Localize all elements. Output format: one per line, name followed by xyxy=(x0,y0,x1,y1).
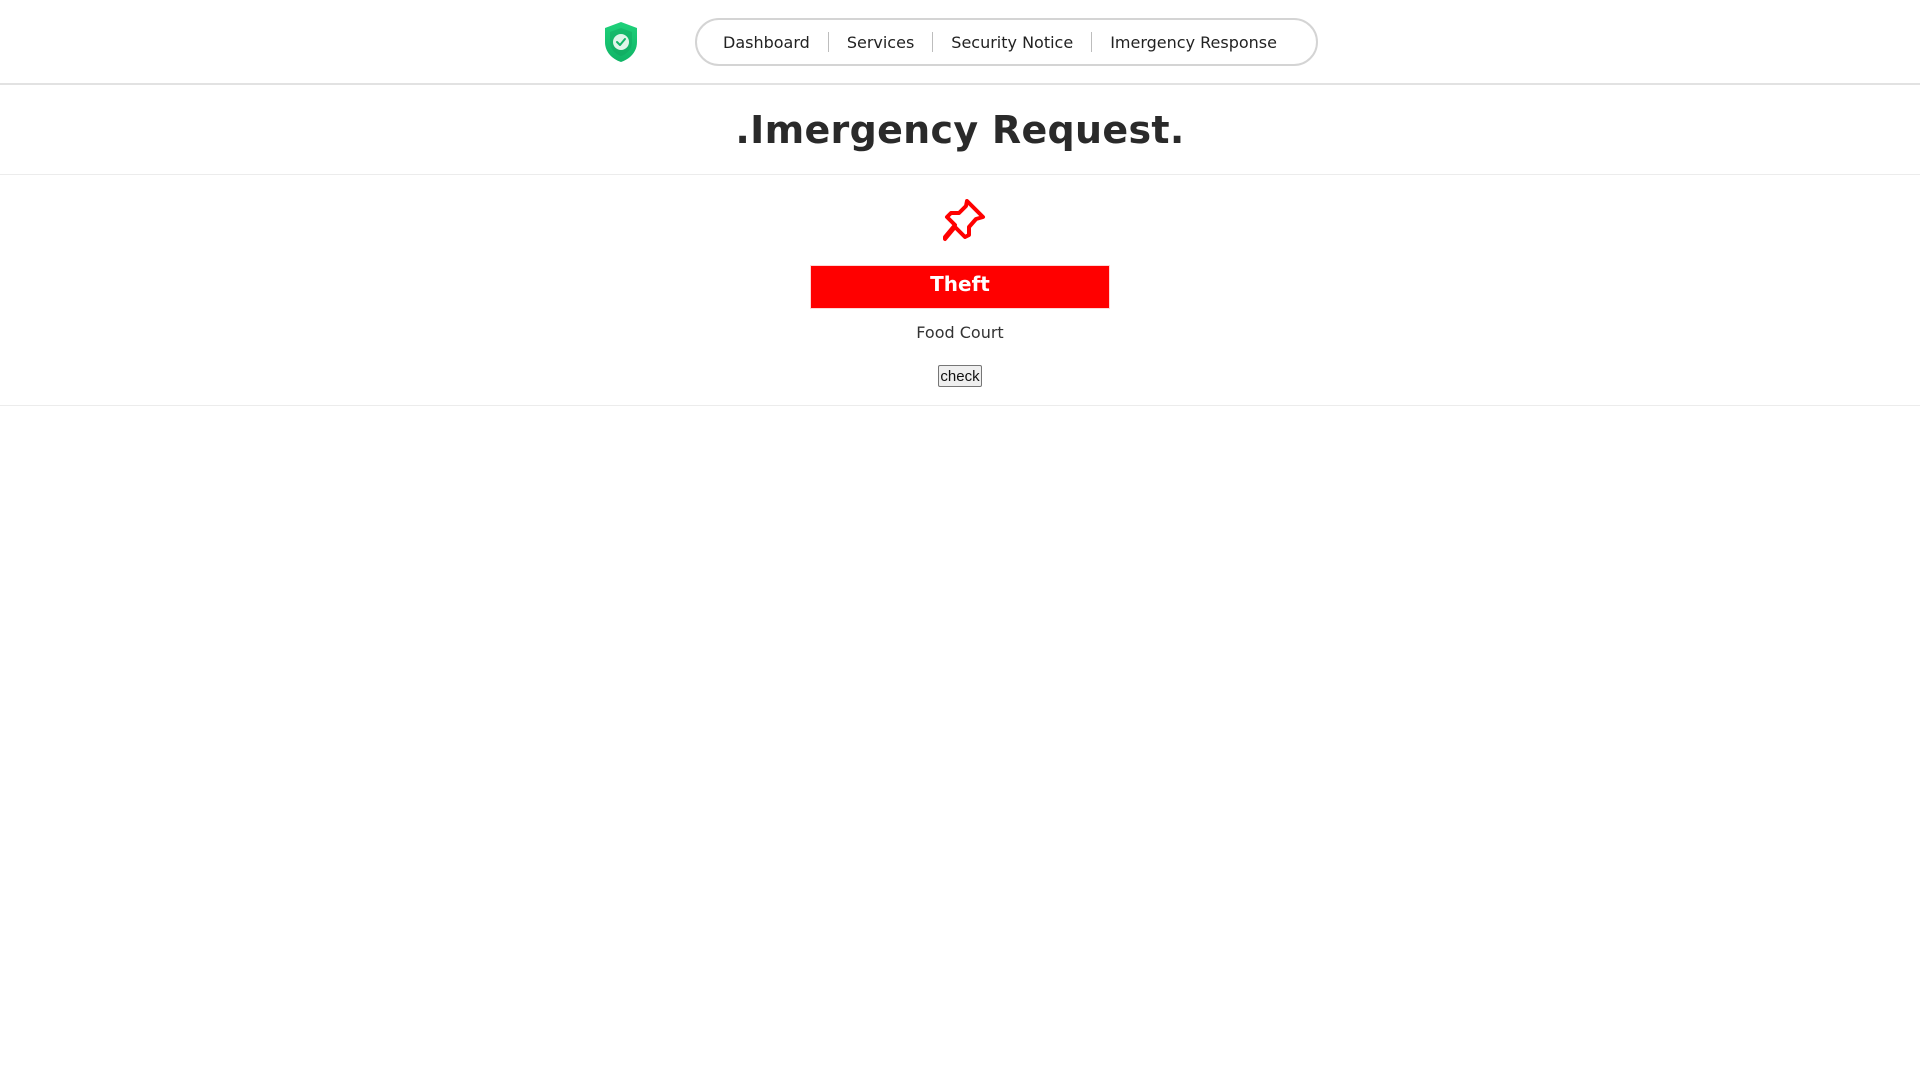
nav-item-security-notice[interactable]: Security Notice xyxy=(951,33,1073,52)
top-navbar: Dashboard Services Security Notice Imerg… xyxy=(0,0,1920,85)
nav-divider xyxy=(827,32,829,52)
check-button[interactable]: check xyxy=(938,365,982,387)
title-section: .Imergency Request. xyxy=(0,85,1920,175)
nav-item-services[interactable]: Services xyxy=(847,33,914,52)
main-nav: Dashboard Services Security Notice Imerg… xyxy=(695,18,1318,66)
page-title: .Imergency Request. xyxy=(735,107,1185,152)
incident-type-banner: Theft xyxy=(810,265,1110,309)
incident-location: Food Court xyxy=(916,323,1004,342)
request-card: Theft Food Court check xyxy=(0,175,1920,406)
nav-divider xyxy=(932,32,934,52)
pushpin-icon xyxy=(939,197,987,245)
shield-check-logo-icon[interactable] xyxy=(602,20,640,64)
nav-divider xyxy=(1091,32,1093,52)
nav-item-dashboard[interactable]: Dashboard xyxy=(723,33,810,52)
nav-item-imergency-response[interactable]: Imergency Response xyxy=(1110,33,1277,52)
